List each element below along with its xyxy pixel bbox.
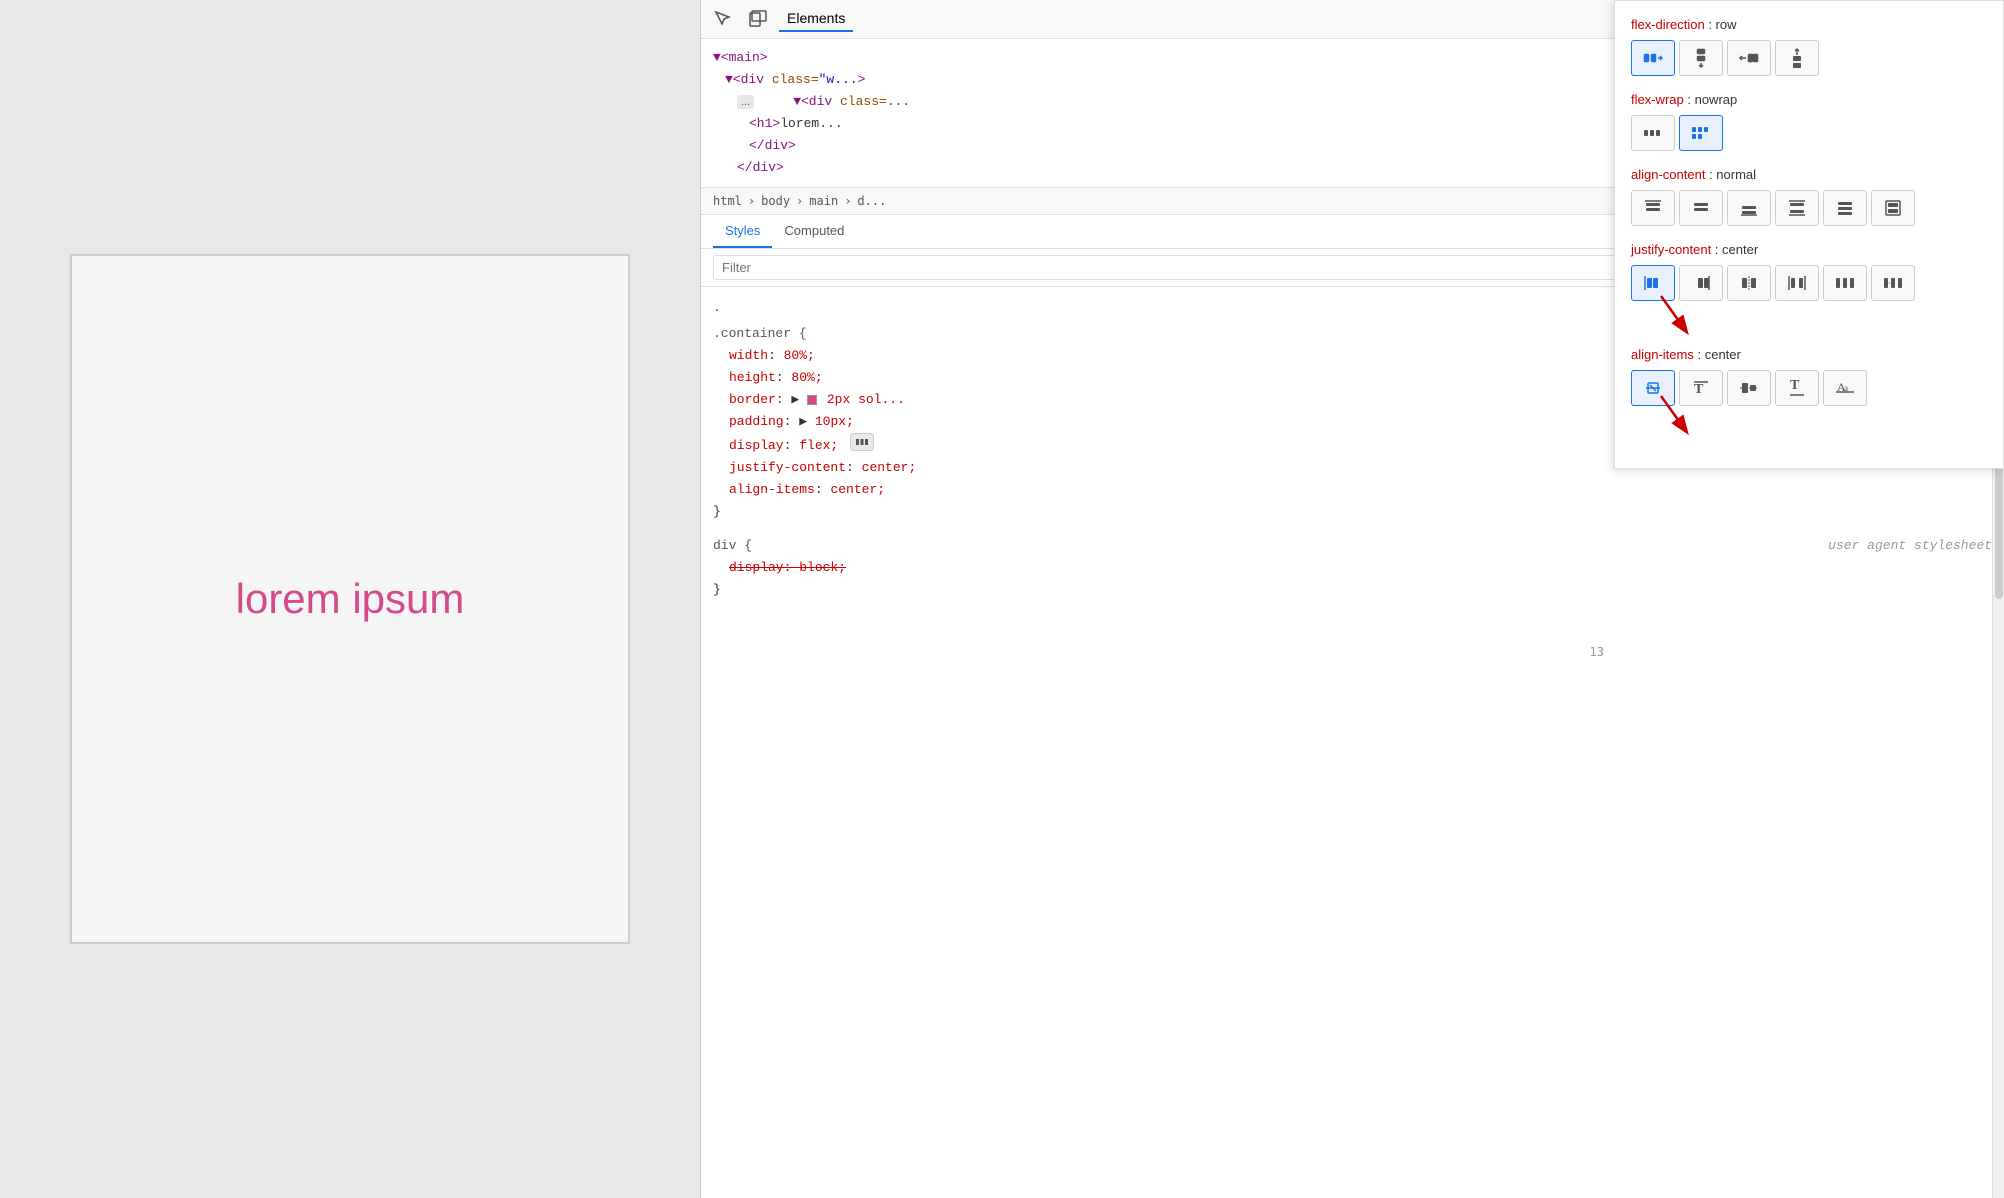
flex-dir-row-rev-btn[interactable] [1727,40,1771,76]
flex-inspector-popup: flex-direction : row [1614,0,2004,469]
jc-arrow [1631,286,1711,341]
device-icon[interactable] [745,7,769,31]
inspect-icon[interactable] [711,7,735,31]
align-content-buttons [1631,190,1987,226]
flex-direction-buttons [1631,40,1987,76]
tab-computed[interactable]: Computed [772,215,856,248]
breadcrumb-main[interactable]: main [809,194,838,208]
ai-end-btn[interactable]: T [1775,370,1819,406]
flex-wrap-btn[interactable] [1679,115,1723,151]
cursor-dot: . [713,300,721,315]
flex-direction-section: flex-direction : row [1631,17,1987,76]
ac-center-btn[interactable] [1679,190,1723,226]
breadcrumb-html[interactable]: html [713,194,742,208]
breadcrumb-div[interactable]: d... [857,194,886,208]
jc-space-evenly-btn[interactable] [1871,265,1915,301]
tab-styles[interactable]: Styles [713,215,772,248]
ac-stretch-btn[interactable] [1871,190,1915,226]
align-content-label: align-content : normal [1631,167,1987,182]
align-items-section: align-items : center T [1631,347,1987,436]
elements-tab[interactable]: Elements [779,6,853,32]
prop-align-items[interactable]: align-items: center; [713,479,1992,501]
div-rule-header: div { user agent stylesheet [713,535,1992,557]
flex-nowrap-btn[interactable] [1631,115,1675,151]
ac-start-btn[interactable] [1631,190,1675,226]
flex-wrap-label: flex-wrap : nowrap [1631,92,1987,107]
jc-space-around-btn[interactable] [1823,265,1867,301]
div-rule: div { user agent stylesheet display: blo… [713,535,1992,601]
ellipsis-button[interactable]: ... [737,95,754,109]
rule-close-brace: } [713,501,1992,523]
justify-content-label: justify-content : center [1631,242,1987,257]
flex-wrap-section: flex-wrap : nowrap [1631,92,1987,151]
breadcrumb-body[interactable]: body [761,194,790,208]
jc-center-btn[interactable] [1727,265,1771,301]
lorem-text: lorem ipsum [236,575,465,623]
ai-center-btn[interactable] [1727,370,1771,406]
ac-end-btn[interactable] [1727,190,1771,226]
ai-arrow-container [1631,406,1987,436]
line-number-indicator: 13 [1590,645,1604,659]
div-rule-close: } [713,579,1992,601]
ai-baseline-btn[interactable]: A a [1823,370,1867,406]
container-box: lorem ipsum [70,254,630,944]
flex-wrap-buttons [1631,115,1987,151]
devtools-panel: Elements ✕ ▼<main> ▼<div class="w...> ..… [700,0,2004,1198]
user-agent-comment: user agent stylesheet [1828,535,1992,557]
flex-inspector-toggle[interactable] [850,433,874,451]
align-content-section: align-content : normal [1631,167,1987,226]
prop-display-block[interactable]: display: block; [713,557,1992,579]
flex-dir-row-btn[interactable] [1631,40,1675,76]
justify-content-section: justify-content : center [1631,242,1987,331]
jc-space-between-btn[interactable] [1775,265,1819,301]
flex-direction-label: flex-direction : row [1631,17,1987,32]
preview-area: lorem ipsum [0,0,700,1198]
align-items-label: align-items : center [1631,347,1987,362]
flex-dir-col-down-btn[interactable] [1679,40,1723,76]
flex-dir-col-up-btn[interactable] [1775,40,1819,76]
ac-space-around-btn[interactable] [1823,190,1867,226]
svg-text:T: T [1790,378,1800,393]
jc-arrow-container [1631,301,1987,331]
ai-arrow [1631,386,1711,441]
border-color-swatch[interactable] [807,395,817,405]
ac-space-between-btn[interactable] [1775,190,1819,226]
